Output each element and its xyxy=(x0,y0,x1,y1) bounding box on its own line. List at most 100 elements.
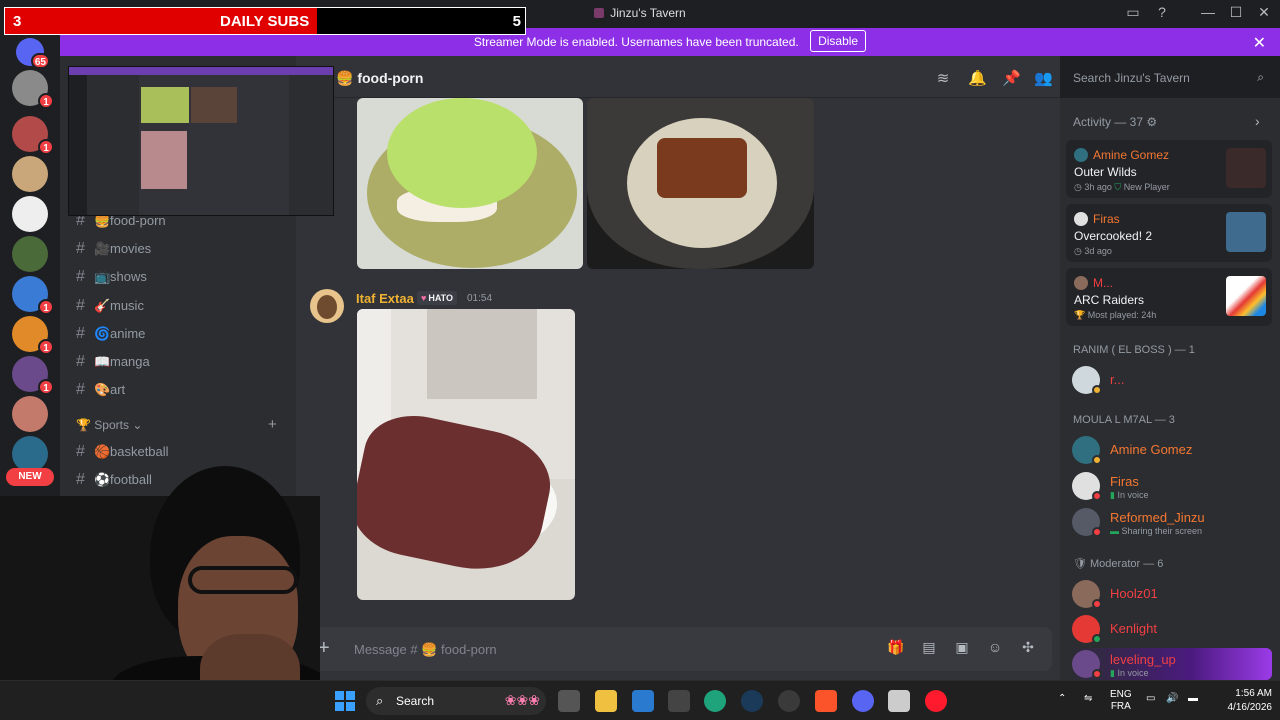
file-explorer-icon[interactable] xyxy=(595,690,617,712)
battery-icon[interactable]: ▬ xyxy=(1188,693,1198,705)
gift-icon[interactable]: 🎁 xyxy=(886,639,906,659)
channel-shows[interactable]: # 📺shows xyxy=(76,268,147,290)
opera-icon[interactable] xyxy=(925,690,947,712)
taskbar-search[interactable]: ⌕ Search ❀❀❀ xyxy=(366,687,546,715)
activity-card[interactable]: M... ARC Raiders 🏆 Most played: 24h xyxy=(1066,268,1272,326)
emoji-icon[interactable]: ☺ xyxy=(985,639,1005,659)
activity-card[interactable]: Firas Overcooked! 2 ◷ 3d ago xyxy=(1066,204,1272,262)
help-icon[interactable]: ? xyxy=(1152,4,1172,20)
app-icon[interactable] xyxy=(668,690,690,712)
channel-music[interactable]: # 🎸music xyxy=(76,297,144,319)
member-item[interactable]: leveling_up ▮ In voice xyxy=(1072,648,1272,680)
server-icon[interactable]: 1 xyxy=(12,70,54,109)
apps-icon[interactable]: ✣ xyxy=(1018,639,1038,659)
clock-time: 1:56 AM xyxy=(1235,688,1272,699)
activity-card[interactable]: Amine Gomez Outer Wilds ◷ 3h ago ⛉ New P… xyxy=(1066,140,1272,198)
sticker-icon[interactable]: ▣ xyxy=(952,639,972,659)
windows-start-icon[interactable] xyxy=(335,691,355,711)
discord-icon[interactable] xyxy=(852,690,874,712)
server-icon[interactable]: 1 xyxy=(12,116,54,155)
bell-icon[interactable]: 🔔 xyxy=(968,69,987,87)
server-tag-text: HATO xyxy=(428,293,454,303)
member-item[interactable]: Reformed_Jinzu ▬ Sharing their screen xyxy=(1072,506,1272,538)
channel-art[interactable]: # 🎨art xyxy=(76,381,125,403)
server-icon[interactable] xyxy=(12,156,48,192)
brave-icon[interactable] xyxy=(815,690,837,712)
tray-chevron-icon[interactable]: ⌃ xyxy=(1058,693,1066,705)
member-item[interactable]: Hoolz01 xyxy=(1072,578,1272,610)
add-channel-icon[interactable]: + xyxy=(268,416,277,433)
inbox-icon[interactable]: ▭ xyxy=(1123,4,1143,21)
steam-icon[interactable] xyxy=(741,690,763,712)
activity-meta: 🏆 Most played: 24h xyxy=(1074,310,1156,321)
trophy-icon: ⛉ xyxy=(1114,182,1122,192)
direct-messages-icon[interactable]: 65 xyxy=(16,38,50,69)
server-icon[interactable] xyxy=(12,396,48,432)
search-box: ⌕ xyxy=(1066,66,1270,90)
members-icon[interactable]: 👥 xyxy=(1034,69,1053,87)
member-item[interactable]: Kenlight xyxy=(1072,613,1272,645)
windows-taskbar: ⌕ Search ❀❀❀ ⌃ ⇋ ENG FRA ▭ 🔊 ▬ 1:56 AM 4/1… xyxy=(0,680,1280,720)
channel-movies[interactable]: # 🎥movies xyxy=(76,240,151,262)
tulips-icon: ❀❀❀ xyxy=(504,692,540,708)
wifi-icon[interactable]: ▭ xyxy=(1146,693,1155,705)
game-art xyxy=(1226,212,1266,252)
daily-subs-current: 3 xyxy=(13,13,22,30)
maximize-button[interactable]: ☐ xyxy=(1226,4,1246,21)
server-tag[interactable]: ♥ HATO xyxy=(417,291,458,305)
channel-name: anime xyxy=(110,326,146,341)
status-indicator xyxy=(1092,669,1102,679)
volume-icon[interactable]: 🔊 xyxy=(1166,693,1178,705)
food-image[interactable] xyxy=(587,98,814,269)
start-tile xyxy=(346,702,355,711)
chevron-right-icon[interactable]: › xyxy=(1255,113,1260,129)
server-icon[interactable]: 1 xyxy=(12,316,54,355)
member-item[interactable]: r... xyxy=(1072,364,1272,396)
channel-name: movies xyxy=(110,241,152,256)
pin-icon[interactable]: 📌 xyxy=(1002,69,1021,87)
edge-icon[interactable] xyxy=(704,690,726,712)
message-input[interactable] xyxy=(354,639,874,659)
search-input[interactable] xyxy=(1066,66,1270,90)
obs-icon[interactable] xyxy=(778,690,800,712)
game-art xyxy=(1226,148,1266,188)
threads-icon[interactable]: ≋ xyxy=(934,69,952,87)
screen-share-preview[interactable] xyxy=(68,66,334,216)
member-activity: ▮ In voice xyxy=(1110,490,1148,501)
channel-manga[interactable]: # 📖manga xyxy=(76,353,150,375)
server-icon[interactable] xyxy=(12,236,48,272)
server-icon[interactable] xyxy=(12,196,48,232)
task-view-icon[interactable] xyxy=(558,690,580,712)
channel-name: shows xyxy=(110,269,147,284)
server-icon[interactable]: 1 xyxy=(12,276,54,315)
banner-close-icon[interactable]: ✕ xyxy=(1253,33,1266,53)
member-activity-text: In voice xyxy=(1117,490,1149,500)
message-author[interactable]: Itaf Extaa xyxy=(356,291,414,306)
member-item[interactable]: Amine Gomez xyxy=(1072,434,1272,466)
category-sports[interactable]: 🏆 Sports ⌄ xyxy=(76,418,142,432)
member-item[interactable]: Firas ▮ In voice xyxy=(1072,470,1272,502)
activity-header: Activity — 37 ⚙ xyxy=(1073,115,1158,129)
gif-icon[interactable]: ▤ xyxy=(919,639,939,659)
close-button[interactable]: ✕ xyxy=(1254,4,1274,21)
activity-meta: ◷ 3d ago xyxy=(1074,246,1112,257)
hash-icon: # xyxy=(76,353,85,370)
clock-date: 4/16/2026 xyxy=(1227,702,1273,713)
server-icon[interactable]: 1 xyxy=(12,356,54,395)
minimize-button[interactable]: — xyxy=(1198,4,1218,20)
snipping-tool-icon[interactable] xyxy=(888,690,910,712)
system-clock[interactable]: 1:56 AM 4/16/2026 xyxy=(1216,687,1273,715)
member-name: leveling_up xyxy=(1110,652,1176,667)
taskbar-search-label: Search xyxy=(396,694,435,708)
disable-streamer-mode-button[interactable]: Disable xyxy=(810,30,867,52)
avatar[interactable] xyxy=(310,289,344,323)
member-name: r... xyxy=(1110,372,1125,387)
food-image[interactable] xyxy=(357,98,583,269)
channel-anime[interactable]: # 🌀anime xyxy=(76,325,145,347)
store-icon[interactable] xyxy=(632,690,654,712)
hash-icon: # xyxy=(76,325,85,342)
cake-image[interactable] xyxy=(357,309,575,600)
tray-network-icon[interactable]: ⇋ xyxy=(1084,693,1092,705)
activity-user: Firas xyxy=(1093,212,1120,226)
language-indicator[interactable]: ENG FRA xyxy=(1110,689,1132,713)
